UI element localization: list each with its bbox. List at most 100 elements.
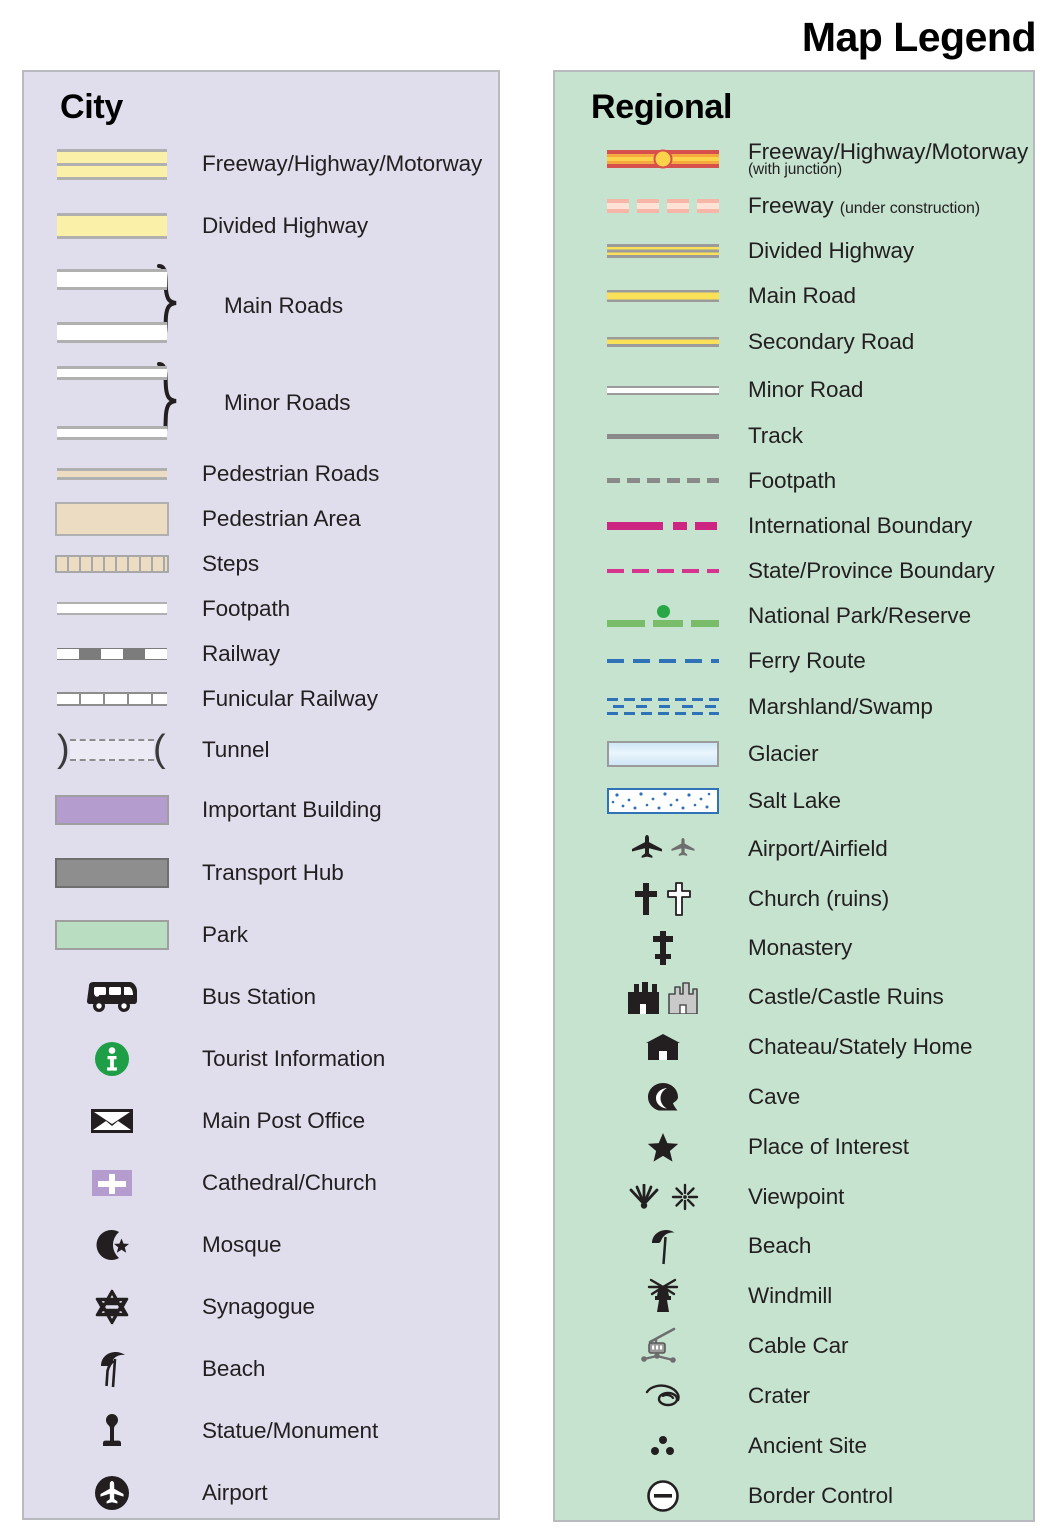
parasol-icon — [595, 1227, 730, 1265]
legend-row-city-cathedral: Cathedral/Church — [24, 1152, 498, 1214]
legend-label: Tourist Information — [202, 1046, 386, 1072]
legend-label: Funicular Railway — [202, 685, 378, 711]
legend-label: Beach — [202, 1356, 266, 1382]
legend-label: Main Post Office — [202, 1108, 366, 1134]
legend-row-chateau: Chateau/Stately Home — [555, 1022, 1033, 1072]
legend-row-salt-lake: Salt Lake — [555, 777, 1033, 824]
legend-label: Footpath — [202, 595, 291, 621]
legend-row-regional-footpath: Footpath — [555, 458, 1033, 503]
chateau-icon — [595, 1032, 730, 1062]
crater-icon — [595, 1383, 730, 1409]
airplane-circle-icon — [42, 1474, 182, 1512]
monastery-cross-icon — [595, 930, 730, 966]
cross-pair-icon — [595, 881, 730, 916]
state-boundary-swatch — [595, 568, 730, 573]
bus-icon — [42, 980, 182, 1014]
legend-row-windmill: Windmill — [555, 1271, 1033, 1321]
legend-row-city-post-office: Main Post Office — [24, 1090, 498, 1152]
legend-row-regional-main-road: Main Road — [555, 273, 1033, 318]
city-tunnel-swatch: ) ( — [57, 727, 166, 770]
legend-row-regional-freeway-construction: Freeway (under construction) — [555, 184, 1033, 228]
legend-label: Minor Roads — [224, 389, 351, 415]
legend-label: Freeway/Highway/Motorway — [202, 151, 483, 177]
legend-label: International Boundary — [748, 512, 973, 538]
legend-row-cable-car: Cable Car — [555, 1321, 1033, 1371]
legend-label: National Park/Reserve — [748, 602, 971, 628]
legend-row-city-statue: Statue/Monument — [24, 1400, 498, 1462]
star-icon — [595, 1131, 730, 1163]
legend-row-regional-beach: Beach — [555, 1221, 1033, 1271]
legend-label-main: Freeway — [748, 193, 834, 219]
legend-row-viewpoint: Viewpoint — [555, 1172, 1033, 1221]
glacier-swatch — [595, 740, 730, 767]
ferry-route-swatch — [595, 658, 730, 663]
legend-label: Statue/Monument — [202, 1418, 379, 1444]
regional-panel-heading: Regional — [591, 88, 733, 126]
cable-car-icon — [595, 1326, 730, 1366]
statue-icon — [42, 1411, 182, 1451]
regional-divided-highway-swatch — [595, 243, 730, 258]
legend-row-city-tunnel: ) ( Tunnel — [24, 721, 498, 778]
legend-label: Track — [748, 423, 803, 449]
legend-label: Tunnel — [202, 736, 270, 762]
legend-row-state-boundary: State/Province Boundary — [555, 548, 1033, 593]
city-freeway-swatch — [42, 148, 182, 180]
legend-row-ancient-site: Ancient Site — [555, 1421, 1033, 1471]
national-park-swatch — [595, 604, 730, 627]
legend-label-main: Freeway/Highway/Motorway — [748, 138, 1029, 164]
legend-row-city-park: Park — [24, 904, 498, 966]
castle-pair-icon — [595, 980, 730, 1014]
parasol-icon — [42, 1349, 182, 1389]
legend-row-city-minor-roads: Minor Roads — [24, 354, 498, 451]
regional-secondary-road-swatch — [595, 337, 730, 347]
legend-row-city-beach: Beach — [24, 1338, 498, 1400]
legend-row-regional-secondary-road: Secondary Road — [555, 318, 1033, 366]
legend-label: Mosque — [202, 1232, 282, 1258]
legend-label: Railway — [202, 640, 281, 666]
legend-label: Cathedral/Church — [202, 1170, 377, 1196]
legend-label: State/Province Boundary — [748, 557, 995, 583]
regional-minor-road-swatch — [595, 385, 730, 395]
legend-label-sub: (under construction) — [839, 200, 981, 218]
city-funicular-swatch — [42, 691, 182, 706]
legend-label: Main Roads — [224, 292, 344, 318]
city-railway-swatch — [42, 647, 182, 660]
border-control-icon — [595, 1479, 730, 1513]
legend-label: Glacier — [748, 740, 819, 766]
legend-row-city-divided-highway: Divided Highway — [24, 194, 498, 257]
legend-label: Marshland/Swamp — [748, 693, 933, 719]
legend-row-city-funicular: Funicular Railway — [24, 676, 498, 721]
cave-icon — [595, 1081, 730, 1113]
legend-label: Important Building — [202, 797, 382, 823]
legend-row-international-boundary: International Boundary — [555, 503, 1033, 548]
legend-row-city-pedestrian-area: Pedestrian Area — [24, 496, 498, 541]
legend-label: Pedestrian Area — [202, 505, 361, 531]
legend-row-place-of-interest: Place of Interest — [555, 1122, 1033, 1172]
legend-row-city-footpath: Footpath — [24, 586, 498, 631]
envelope-icon — [42, 1107, 182, 1135]
regional-main-road-swatch — [595, 289, 730, 302]
legend-row-church-ruins: Church (ruins) — [555, 874, 1033, 923]
star-of-david-icon — [42, 1288, 182, 1326]
legend-label: Park — [202, 922, 248, 948]
regional-freeway-swatch — [595, 149, 730, 169]
legend-label: Cable Car — [748, 1333, 849, 1359]
regional-footpath-swatch — [595, 478, 730, 483]
legend-label: Airport — [202, 1480, 268, 1506]
crescent-star-icon — [42, 1226, 182, 1264]
legend-label: Ancient Site — [748, 1433, 867, 1459]
legend-label: Freeway/Highway/Motorway (with junction) — [730, 138, 1033, 179]
legend-row-city-airport: Airport — [24, 1462, 498, 1524]
legend-label: Divided Highway — [202, 212, 369, 238]
airplane-pair-icon — [595, 834, 730, 864]
legend-label: Cave — [748, 1084, 801, 1110]
legend-row-crater: Crater — [555, 1371, 1033, 1421]
legend-row-city-important-building: Important Building — [24, 778, 498, 842]
legend-row-city-synagogue: Synagogue — [24, 1276, 498, 1338]
page-title: Map Legend — [801, 14, 1037, 60]
info-circle-icon — [42, 1040, 182, 1078]
regional-freeway-construction-swatch — [595, 199, 730, 213]
legend-label: Crater — [748, 1383, 810, 1409]
legend-row-city-tourist-information: Tourist Information — [24, 1028, 498, 1090]
city-panel-heading: City — [60, 88, 124, 126]
